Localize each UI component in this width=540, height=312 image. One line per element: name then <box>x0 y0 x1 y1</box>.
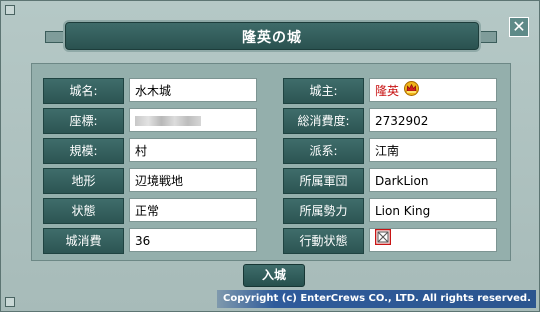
state-value: 正常 <box>129 198 257 222</box>
title-bar: 隆英の城 <box>65 22 479 50</box>
total-consumption-label: 総消費度: <box>283 108 364 134</box>
total-consumption-value: 2732902 <box>369 108 497 132</box>
castle-consumption-value: 36 <box>129 228 257 252</box>
enter-castle-button[interactable]: 入城 <box>243 264 305 287</box>
faction-value: 江南 <box>369 138 497 162</box>
action-status-icon <box>374 228 392 253</box>
lord-name[interactable]: 隆英 <box>375 84 399 98</box>
crown-icon <box>403 80 419 104</box>
close-icon: ✕ <box>512 17 526 36</box>
faction-label: 派系: <box>283 138 364 164</box>
title-ornament-left <box>45 31 65 43</box>
corps-label: 所属軍団 <box>283 168 364 194</box>
state-label: 状態 <box>43 198 124 224</box>
lord-value: 隆英 <box>369 78 497 102</box>
window-title: 隆英の城 <box>242 30 302 46</box>
coordinates-value <box>129 108 257 132</box>
copyright-banner: Copyright (c) EnterCrews CO., LTD. All r… <box>217 290 536 308</box>
title-ornament-right <box>477 31 497 43</box>
castle-name-label: 城名: <box>43 78 124 104</box>
coordinates-label: 座標: <box>43 108 124 134</box>
corner-ornament <box>5 5 15 15</box>
terrain-label: 地形 <box>43 168 124 194</box>
blurred-coordinates <box>135 116 201 126</box>
castle-name-value: 水木城 <box>129 78 257 102</box>
castle-consumption-label: 城消費 <box>43 228 124 254</box>
scale-label: 規模: <box>43 138 124 164</box>
terrain-value: 辺境戦地 <box>129 168 257 192</box>
close-button[interactable]: ✕ <box>509 17 529 37</box>
corps-value: DarkLion <box>369 168 497 192</box>
corner-ornament <box>5 297 15 307</box>
scale-value: 村 <box>129 138 257 162</box>
lord-label: 城主: <box>283 78 364 104</box>
action-status-value <box>369 228 497 252</box>
castle-info-window: 隆英の城 ✕ 城名: 水木城 座標: 規模: 村 地形 辺境戦地 状態 正常 城… <box>0 0 540 312</box>
force-value: Lion King <box>369 198 497 222</box>
force-label: 所属勢力 <box>283 198 364 224</box>
action-status-label: 行動状態 <box>283 228 364 254</box>
